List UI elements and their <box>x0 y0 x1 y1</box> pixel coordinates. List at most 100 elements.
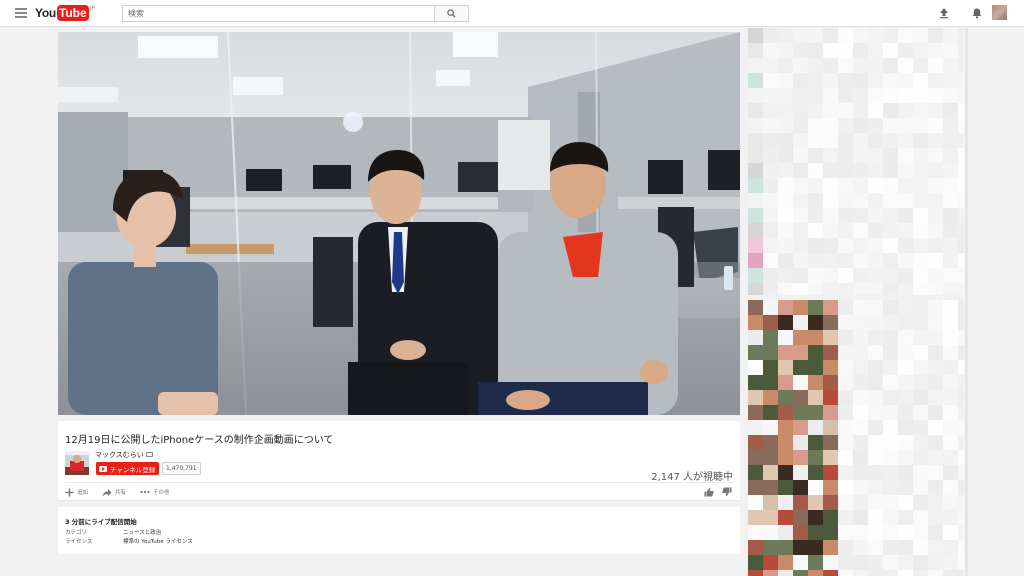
mosaic-cell <box>868 178 883 193</box>
mosaic-cell <box>838 300 853 315</box>
account-avatar[interactable] <box>992 5 1007 20</box>
mosaic-cell <box>928 268 943 283</box>
mosaic-cell <box>958 118 964 133</box>
mosaic-cell <box>913 178 928 193</box>
mosaic-cell <box>763 360 778 375</box>
mosaic-cell <box>838 450 853 465</box>
mosaic-cell <box>793 405 808 420</box>
mosaic-cell <box>748 555 763 570</box>
mosaic-cell <box>928 300 943 315</box>
mosaic-cell <box>838 253 853 268</box>
mosaic-cell <box>838 525 853 540</box>
mosaic-cell <box>898 223 913 238</box>
mosaic-cell <box>913 330 928 345</box>
mosaic-cell <box>853 480 868 495</box>
mosaic-cell <box>838 133 853 148</box>
mosaic-cell <box>808 510 823 525</box>
bell-icon[interactable] <box>971 7 983 19</box>
mosaic-cell <box>823 118 838 133</box>
youtube-play-icon <box>99 465 107 472</box>
mosaic-cell <box>898 375 913 390</box>
mosaic-cell <box>868 435 883 450</box>
mosaic-cell <box>943 43 958 58</box>
mosaic-cell <box>883 525 898 540</box>
mosaic-cell <box>928 555 943 570</box>
mosaic-cell <box>913 253 928 268</box>
mosaic-cell <box>868 268 883 283</box>
mosaic-cell <box>928 315 943 330</box>
mosaic-cell <box>763 405 778 420</box>
mosaic-cell <box>898 315 913 330</box>
mosaic-cell <box>943 28 958 43</box>
mosaic-cell <box>913 43 928 58</box>
youtube-logo[interactable]: You Tube JP <box>35 5 95 21</box>
mosaic-cell <box>778 375 793 390</box>
mosaic-cell <box>898 450 913 465</box>
license-value[interactable]: 標準の YouTube ライセンス <box>123 539 193 545</box>
mosaic-cell <box>928 283 943 295</box>
mosaic-cell <box>748 330 763 345</box>
mosaic-cell <box>808 450 823 465</box>
mosaic-cell <box>853 405 868 420</box>
license-label: ライセンス <box>65 539 93 545</box>
mosaic-cell <box>898 148 913 163</box>
mosaic-cell <box>778 193 793 208</box>
hamburger-icon[interactable] <box>15 8 27 18</box>
mosaic-cell <box>808 118 823 133</box>
mosaic-cell <box>883 58 898 73</box>
mosaic-cell <box>868 390 883 405</box>
mosaic-cell <box>763 390 778 405</box>
mosaic-cell <box>763 133 778 148</box>
mosaic-cell <box>853 570 868 576</box>
mosaic-cell <box>853 540 868 555</box>
mosaic-cell <box>808 283 823 295</box>
mosaic-cell <box>958 28 964 43</box>
mosaic-cell <box>898 555 913 570</box>
mosaic-cell <box>928 163 943 178</box>
mosaic-cell <box>778 360 793 375</box>
mosaic-cell <box>823 450 838 465</box>
search-input[interactable] <box>122 5 434 22</box>
category-value[interactable]: ニュースと政治 <box>123 530 161 536</box>
mosaic-cell <box>928 495 943 510</box>
mosaic-cell <box>883 495 898 510</box>
sidebar-top-panel <box>748 28 964 295</box>
channel-name[interactable]: マックスむらい <box>95 450 153 460</box>
mosaic-cell <box>763 238 778 253</box>
search-button[interactable] <box>434 5 469 22</box>
thumbs-down-icon[interactable] <box>722 487 732 497</box>
share-button[interactable]: 共有 <box>102 487 126 497</box>
masthead: You Tube JP <box>0 0 1024 27</box>
mosaic-cell <box>793 465 808 480</box>
mosaic-cell <box>823 193 838 208</box>
mosaic-cell <box>958 133 964 148</box>
mosaic-cell <box>868 193 883 208</box>
mosaic-cell <box>778 555 793 570</box>
mosaic-cell <box>928 480 943 495</box>
scrollbar[interactable] <box>965 28 968 576</box>
mosaic-cell <box>913 283 928 295</box>
mosaic-cell <box>958 480 964 495</box>
channel-avatar[interactable] <box>65 451 89 475</box>
add-to-button[interactable]: 追加 <box>65 487 88 497</box>
mosaic-cell <box>748 193 763 208</box>
mosaic-cell <box>913 238 928 253</box>
mosaic-cell <box>838 465 853 480</box>
mosaic-cell <box>868 73 883 88</box>
subscribe-button[interactable]: チャンネル登録 <box>96 462 160 475</box>
mosaic-cell <box>943 390 958 405</box>
mosaic-cell <box>778 465 793 480</box>
mosaic-cell <box>928 103 943 118</box>
more-button[interactable]: その他 <box>140 487 170 497</box>
mosaic-cell <box>763 375 778 390</box>
mosaic-cell <box>763 330 778 345</box>
mosaic-cell <box>823 510 838 525</box>
mosaic-cell <box>943 570 958 576</box>
upload-icon[interactable] <box>938 7 950 19</box>
mosaic-cell <box>763 268 778 283</box>
video-player[interactable] <box>58 32 740 415</box>
thumbs-up-icon[interactable] <box>704 487 714 497</box>
mosaic-cell <box>793 133 808 148</box>
mosaic-cell <box>838 43 853 58</box>
mosaic-cell <box>868 405 883 420</box>
